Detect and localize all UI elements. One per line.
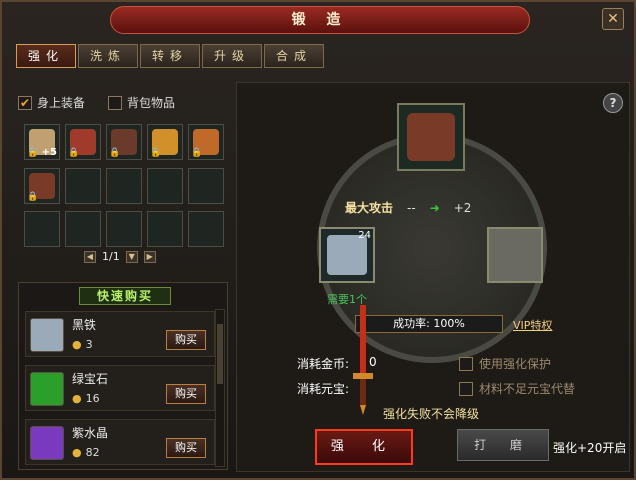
- grind-button[interactable]: 打 磨: [457, 429, 549, 461]
- shop-item: 绿宝石 ● 16 购买: [25, 365, 215, 411]
- lock-icon: 🔒: [27, 191, 39, 202]
- buy-button[interactable]: 购买: [166, 330, 206, 350]
- tab-strengthen[interactable]: 强化: [16, 44, 76, 68]
- lock-icon: 🔒: [109, 148, 121, 158]
- inventory-slot-empty[interactable]: [188, 167, 224, 204]
- stat-from: --: [407, 200, 416, 215]
- next-page-button[interactable]: ▶: [143, 250, 156, 263]
- plus20-unlock-text: 强化+20开启: [553, 441, 627, 455]
- inventory-slot-empty[interactable]: [147, 167, 183, 204]
- lock-icon: 🔒: [191, 148, 203, 158]
- inventory-slot-empty[interactable]: [65, 211, 101, 248]
- inventory-slot[interactable]: 🔒: [24, 167, 60, 204]
- inventory-slot-empty[interactable]: [24, 211, 60, 248]
- shop-item-name: 黑铁: [72, 318, 97, 332]
- bag-label: 背包物品: [127, 96, 176, 110]
- amethyst-icon: [30, 426, 64, 460]
- shop-item-name: 紫水晶: [72, 426, 109, 440]
- target-equipment-slot[interactable]: [397, 103, 465, 171]
- tab-compose[interactable]: 合成: [264, 44, 324, 68]
- fail-warning: 强化失败不会降级: [383, 407, 480, 421]
- emerald-icon: [30, 372, 64, 406]
- buy-button[interactable]: 购买: [166, 384, 206, 404]
- yuanbao-cost-label: 消耗元宝:: [297, 382, 350, 396]
- inventory-slot-empty[interactable]: [106, 211, 142, 248]
- shop-item-name: 绿宝石: [72, 372, 109, 386]
- bag-filter[interactable]: 背包物品: [108, 94, 175, 111]
- lock-icon: 🔒: [27, 148, 39, 158]
- inventory-slot[interactable]: 🔒: [188, 124, 224, 160]
- equipped-label: 身上装备: [37, 96, 86, 110]
- inventory-grid: 🔒 +5 🔒 🔒 🔒 🔒 🔒: [24, 124, 229, 250]
- yuanbao-icon: ●: [72, 392, 82, 405]
- tab-transfer[interactable]: 转移: [140, 44, 200, 68]
- quick-buy-panel: 快速购买 黑铁 ● 3 购买 绿宝石 ● 16 购买 紫水晶 ● 82 购买: [18, 282, 228, 470]
- prev-page-button[interactable]: ◀: [84, 250, 96, 263]
- inventory-pager: ◀ 1/1 ▼ ▶: [84, 250, 156, 263]
- help-button[interactable]: ?: [603, 93, 623, 113]
- price-value: 82: [85, 446, 100, 459]
- price-value: 3: [85, 338, 93, 351]
- inventory-slot-empty[interactable]: [188, 211, 224, 248]
- inventory-slot-empty[interactable]: [106, 167, 142, 204]
- forge-window: 锻 造 ✕ 强化 洗炼 转移 升级 合成 ✔ 身上装备 背包物品 🔒 +5 🔒: [0, 0, 636, 480]
- gold-cost-value: 0: [369, 355, 377, 369]
- stat-label: 最大攻击: [345, 201, 394, 215]
- page-count: 1/1: [102, 250, 120, 263]
- lock-icon: 🔒: [68, 148, 80, 158]
- success-rate: 成功率: 100%: [355, 315, 503, 333]
- shop-item-price: ● 82: [72, 446, 100, 459]
- belt-icon: [407, 113, 455, 161]
- inventory-slot-empty[interactable]: [147, 211, 183, 248]
- yuanbao-icon: ●: [72, 338, 82, 351]
- black-iron-icon: [30, 318, 64, 352]
- bag-checkbox[interactable]: [108, 95, 122, 110]
- page-dropdown-button[interactable]: ▼: [125, 250, 138, 263]
- shop-item: 黑铁 ● 3 购买: [25, 311, 215, 357]
- buy-button[interactable]: 购买: [166, 438, 206, 458]
- close-button[interactable]: ✕: [602, 8, 624, 30]
- window-title: 锻 造: [110, 6, 530, 34]
- gold-cost-label: 消耗金币:: [297, 357, 350, 371]
- tab-upgrade[interactable]: 升级: [202, 44, 262, 68]
- vip-link[interactable]: VIP特权: [513, 317, 552, 333]
- shop-scrollbar[interactable]: [215, 309, 225, 467]
- price-value: 16: [85, 392, 100, 405]
- inventory-slot[interactable]: 🔒: [106, 124, 142, 160]
- inventory-slot[interactable]: 🔒: [147, 124, 183, 160]
- shop-item-price: ● 16: [72, 392, 100, 405]
- substitute-option[interactable]: 材料不足元宝代替: [459, 380, 575, 397]
- equipped-checkbox[interactable]: ✔: [18, 95, 32, 110]
- forge-panel: ? 最大攻击 -- ➜ +2 24 需要1个 成功率: 100% VIP特权 消…: [236, 82, 630, 472]
- lock-icon: 🔒: [150, 148, 162, 158]
- substitute-checkbox[interactable]: [459, 381, 473, 396]
- left-panel: ✔ 身上装备 背包物品 🔒 +5 🔒 🔒 🔒 🔒 🔒 ◀ 1/1 ▼ ▶ 快速购…: [12, 82, 228, 472]
- shop-item-price: ● 3: [72, 338, 93, 351]
- yuanbao-icon: ●: [72, 446, 82, 459]
- equipped-filter[interactable]: ✔ 身上装备: [18, 94, 85, 111]
- protect-option[interactable]: 使用强化保护: [459, 355, 551, 372]
- scroll-thumb[interactable]: [217, 324, 223, 384]
- substitute-label: 材料不足元宝代替: [479, 382, 576, 396]
- inventory-slot[interactable]: 🔒: [65, 124, 101, 160]
- inventory-slot[interactable]: 🔒 +5: [24, 124, 60, 160]
- enhance-level: +5: [41, 147, 57, 158]
- quick-buy-title: 快速购买: [79, 287, 171, 305]
- material-slot[interactable]: 24: [319, 227, 375, 283]
- tab-bar: 强化 洗炼 转移 升级 合成: [16, 44, 324, 68]
- black-iron-icon: [327, 235, 367, 275]
- protect-label: 使用强化保护: [479, 357, 552, 371]
- inventory-slot-empty[interactable]: [65, 167, 101, 204]
- tab-refine[interactable]: 洗炼: [78, 44, 138, 68]
- shop-item: 紫水晶 ● 82 购买: [25, 419, 215, 465]
- protection-slot[interactable]: [487, 227, 543, 283]
- strengthen-button[interactable]: 强 化: [315, 429, 413, 465]
- stat-to: +2: [453, 200, 472, 215]
- material-count: 24: [358, 230, 371, 241]
- arrow-right-icon: ➜: [429, 200, 440, 215]
- stat-row: 最大攻击 -- ➜ +2: [345, 199, 471, 216]
- protect-checkbox[interactable]: [459, 356, 473, 371]
